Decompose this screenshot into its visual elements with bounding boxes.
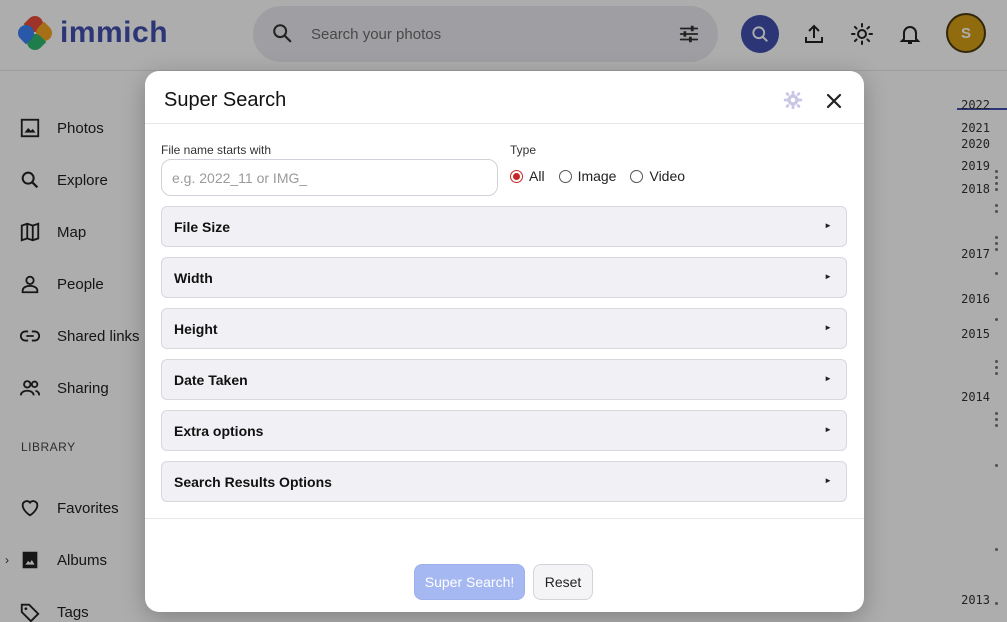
gear-icon: [782, 89, 804, 116]
expand-arrow-icon: ►: [824, 425, 832, 434]
radio-selected-icon[interactable]: [510, 169, 523, 183]
type-option-all[interactable]: All: [510, 168, 545, 184]
type-radio-group: All Image Video: [510, 168, 699, 184]
reset-button[interactable]: Reset: [533, 564, 593, 600]
section-file-size[interactable]: File Size ►: [161, 206, 847, 247]
type-option-image[interactable]: Image: [558, 168, 617, 184]
radio-label: All: [529, 168, 545, 184]
type-option-video[interactable]: Video: [630, 168, 685, 184]
section-height[interactable]: Height ►: [161, 308, 847, 349]
radio-unselected-icon[interactable]: [630, 169, 644, 183]
expand-arrow-icon: ►: [824, 272, 832, 281]
close-icon: [826, 93, 842, 109]
radio-label: Image: [577, 168, 617, 184]
file-name-label: File name starts with: [161, 143, 272, 157]
section-width[interactable]: Width ►: [161, 257, 847, 298]
super-search-modal: Super Search File name starts with Type …: [145, 71, 864, 612]
section-date-taken[interactable]: Date Taken ►: [161, 359, 847, 400]
super-search-button[interactable]: Super Search!: [414, 564, 525, 600]
radio-unselected-icon[interactable]: [558, 169, 572, 183]
modal-title: Super Search: [164, 89, 287, 111]
close-button[interactable]: [822, 89, 846, 113]
divider: [145, 123, 864, 124]
expand-arrow-icon: ►: [824, 476, 832, 485]
section-label: Width: [174, 270, 213, 286]
expand-arrow-icon: ►: [824, 323, 832, 332]
expand-arrow-icon: ►: [824, 374, 832, 383]
expand-arrow-icon: ►: [824, 221, 832, 230]
section-search-results-options[interactable]: Search Results Options ►: [161, 461, 847, 502]
type-label: Type: [510, 143, 537, 157]
section-label: File Size: [174, 219, 231, 235]
section-label: Extra options: [174, 423, 264, 439]
divider: [145, 518, 864, 519]
section-label: Height: [174, 321, 218, 337]
section-label: Date Taken: [174, 372, 248, 388]
section-extra-options[interactable]: Extra options ►: [161, 410, 847, 451]
radio-label: Video: [649, 168, 686, 184]
section-label: Search Results Options: [174, 474, 332, 490]
file-name-input[interactable]: [161, 159, 498, 196]
